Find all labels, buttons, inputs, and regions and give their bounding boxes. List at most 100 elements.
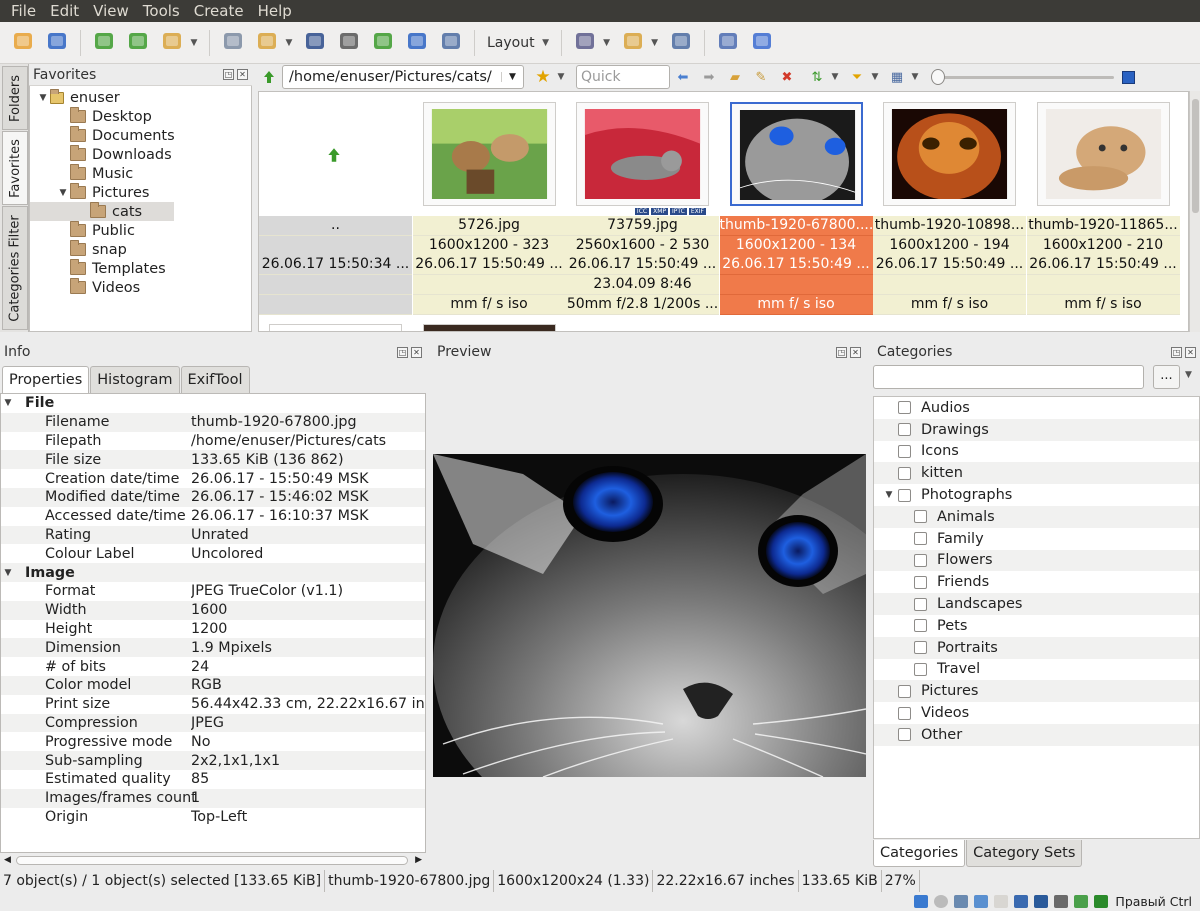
chevron-down-icon[interactable]: ▼	[870, 72, 880, 82]
tree-item[interactable]: snap	[30, 240, 251, 259]
properties-hscrollbar[interactable]: ◀ ▶	[0, 853, 426, 868]
mouse-integration-icon[interactable]	[1074, 895, 1089, 908]
category-item[interactable]: Landscapes	[874, 593, 1199, 615]
star-icon[interactable]: ★	[534, 67, 552, 87]
category-checkbox[interactable]	[914, 575, 927, 589]
new-folder-icon[interactable]: ▰	[726, 68, 744, 86]
menu-tools[interactable]: Tools	[136, 0, 187, 22]
slideshow-button[interactable]	[404, 30, 430, 56]
thumbnail-image[interactable]	[883, 102, 1016, 206]
tree-item[interactable]: Downloads	[30, 145, 251, 164]
rename-icon[interactable]: ✎	[752, 68, 770, 86]
tab-category-sets[interactable]: Category Sets	[966, 840, 1083, 867]
delete-icon[interactable]: ✖	[778, 68, 796, 86]
chevron-down-icon[interactable]: ▼	[1185, 370, 1192, 380]
refresh-button[interactable]	[91, 30, 117, 56]
thumbnail-image[interactable]	[422, 102, 556, 206]
chevron-down-icon[interactable]: ▼	[910, 72, 920, 82]
float-panel-button[interactable]: ◳	[397, 346, 408, 358]
layout-button[interactable]: Layout	[481, 35, 541, 51]
fullscreen-button[interactable]	[44, 30, 70, 56]
slider-handle[interactable]	[931, 69, 945, 85]
tree-item[interactable]: Documents	[30, 126, 251, 145]
expand-arrow-icon[interactable]: ▼	[1, 398, 15, 408]
chevron-down-icon[interactable]: ▼	[602, 38, 612, 48]
catalog-button[interactable]	[220, 30, 246, 56]
category-checkbox[interactable]	[898, 423, 911, 437]
chevron-down-icon[interactable]: ▼	[830, 72, 840, 82]
category-checkbox[interactable]	[898, 401, 911, 415]
expand-arrow-icon[interactable]: ▼	[56, 188, 70, 198]
chevron-down-icon[interactable]: ▼	[189, 38, 199, 48]
category-item[interactable]: Audios	[874, 397, 1199, 419]
chevron-down-icon[interactable]: ▼	[541, 38, 551, 48]
back-arrow-icon[interactable]: ⬅	[674, 68, 692, 86]
property-group[interactable]: ▼ File	[1, 394, 425, 413]
category-item[interactable]: Flowers	[874, 549, 1199, 572]
tree-item[interactable]: ▼ Pictures	[30, 183, 251, 202]
go-up-icon[interactable]	[260, 68, 278, 86]
category-search-input[interactable]	[873, 365, 1144, 389]
usb-icon[interactable]	[954, 895, 969, 908]
category-item[interactable]: Videos	[874, 702, 1199, 724]
float-panel-button[interactable]: ◳	[1171, 346, 1182, 358]
copy-button[interactable]	[254, 30, 280, 56]
category-item[interactable]: Animals	[874, 505, 1199, 528]
disk-icon[interactable]	[914, 895, 929, 908]
thumbnail-cell[interactable]: thumb-1920-10898... 1600x1200 - 194 26.06.…	[873, 92, 1026, 315]
thumbnail-cell[interactable]	[269, 324, 402, 331]
thumbnail-cell[interactable]	[423, 324, 556, 331]
category-checkbox[interactable]	[914, 510, 927, 524]
expand-arrow-icon[interactable]: ▼	[1, 568, 15, 578]
grid-scrollbar[interactable]	[1189, 91, 1200, 332]
fullscreen-icon[interactable]	[1122, 70, 1135, 84]
scrollbar-thumb[interactable]	[16, 856, 408, 865]
export-button[interactable]	[370, 30, 396, 56]
thumbnail-cell[interactable]: .. 26.06.17 15:50:34 ...	[259, 92, 412, 315]
category-item[interactable]: Pictures	[874, 680, 1199, 703]
reload-button[interactable]	[125, 30, 151, 56]
thumbnail-cell[interactable]: thumb-1920-67800.... 1600x1200 - 134 26.06…	[719, 92, 873, 315]
menu-view[interactable]: View	[86, 0, 136, 22]
category-checkbox[interactable]	[914, 641, 927, 655]
chevron-down-icon[interactable]: ▼	[650, 38, 660, 48]
quick-search-input[interactable]: Quick search	[576, 65, 670, 107]
tab-folders[interactable]: Folders	[2, 66, 28, 130]
tree-item[interactable]: ▼ enuser	[30, 88, 251, 107]
close-panel-button[interactable]: ✕	[237, 69, 248, 80]
tree-item[interactable]: Public	[30, 221, 251, 240]
close-panel-button[interactable]: ✕	[1185, 346, 1196, 358]
category-checkbox[interactable]	[898, 706, 911, 720]
tree-item[interactable]: Music	[30, 164, 251, 183]
thumbnail-cell[interactable]: thumb-1920-11865... 1600x1200 - 210 26.06.…	[1026, 92, 1180, 315]
float-panel-button[interactable]: ◳	[836, 346, 847, 358]
import-button[interactable]	[159, 30, 185, 56]
thumbnail-image[interactable]	[1036, 102, 1170, 206]
category-checkbox[interactable]	[914, 619, 927, 633]
tree-button[interactable]	[668, 30, 694, 56]
zoom-slider[interactable]	[928, 68, 1118, 86]
close-panel-button[interactable]: ✕	[850, 346, 861, 358]
category-item[interactable]: Family	[874, 528, 1199, 550]
tree-item[interactable]: Templates	[30, 259, 251, 278]
host-key-icon[interactable]	[1094, 895, 1109, 908]
expand-arrow-icon[interactable]: ▼	[36, 93, 50, 103]
category-item[interactable]: ▼ Photographs	[874, 484, 1199, 506]
category-checkbox[interactable]	[898, 444, 911, 458]
tab-exiftool[interactable]: ExifTool	[180, 366, 250, 393]
print-button[interactable]	[336, 30, 362, 56]
category-checkbox[interactable]	[898, 466, 911, 480]
category-checkbox[interactable]	[898, 488, 911, 502]
chevron-down-icon[interactable]: ▼	[501, 72, 523, 82]
sort-icon[interactable]: ⇅	[808, 68, 826, 86]
find-button[interactable]	[302, 30, 328, 56]
category-item[interactable]: kitten	[874, 462, 1199, 485]
folder-open-button[interactable]	[10, 30, 36, 56]
cd-icon[interactable]	[934, 895, 949, 908]
thumbnail-image[interactable]	[729, 102, 863, 206]
menu-create[interactable]: Create	[187, 0, 251, 22]
category-checkbox[interactable]	[898, 728, 911, 742]
menu-file[interactable]: File	[4, 0, 43, 22]
chevron-down-icon[interactable]: ▼	[284, 38, 294, 48]
category-checkbox[interactable]	[898, 684, 911, 698]
